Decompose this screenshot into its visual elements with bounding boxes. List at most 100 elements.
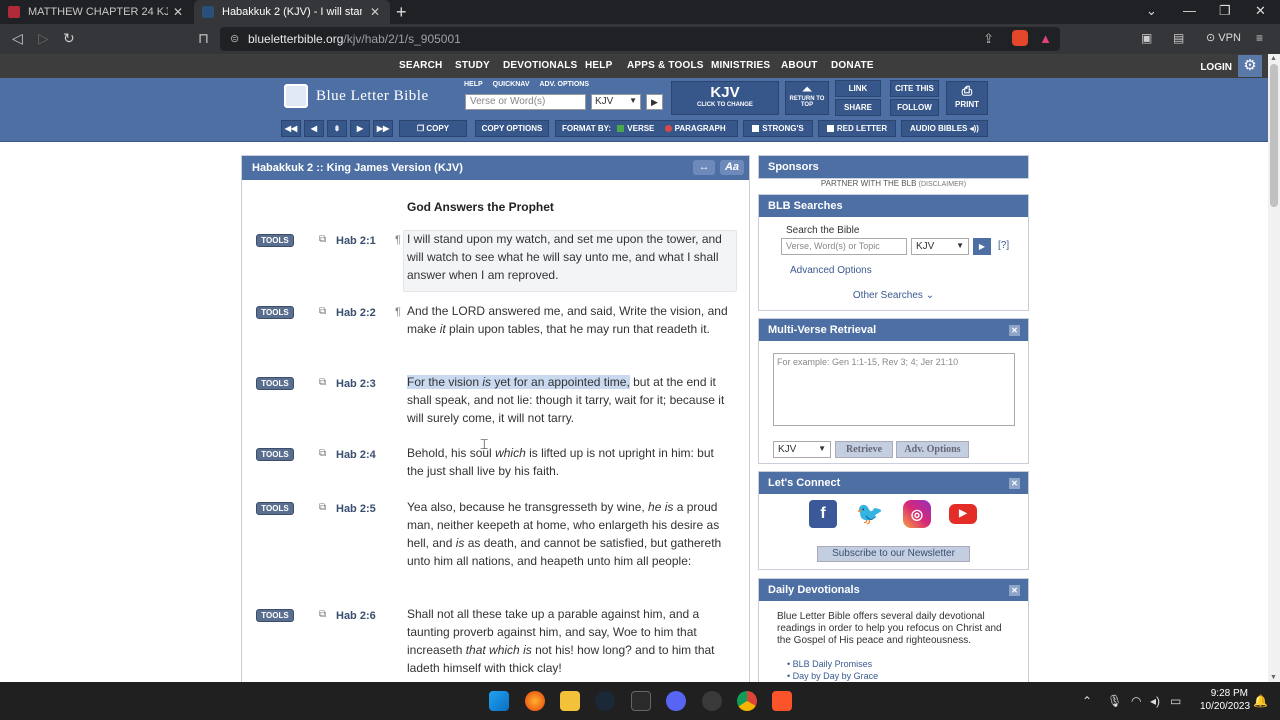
- chapter-list-button[interactable]: ⇟: [327, 120, 347, 137]
- page-scrollbar[interactable]: ▲ ▼: [1268, 54, 1280, 682]
- copy-verse-icon[interactable]: ⧉: [319, 377, 326, 388]
- copy-verse-icon[interactable]: ⧉: [319, 234, 326, 245]
- paragraph-label[interactable]: PARAGRAPH: [675, 124, 726, 133]
- verse-reference[interactable]: Hab 2:1: [336, 235, 376, 247]
- adv-options-link[interactable]: ADV. OPTIONS: [540, 81, 590, 88]
- verse-reference[interactable]: Hab 2:5: [336, 503, 376, 515]
- close-icon[interactable]: ✕: [1009, 478, 1020, 489]
- battery-icon[interactable]: ▭: [1170, 694, 1181, 708]
- instagram-icon[interactable]: ◎: [903, 500, 931, 528]
- brave-icon[interactable]: [772, 691, 792, 711]
- red-letter-toggle[interactable]: RED LETTER: [818, 120, 896, 137]
- strongs-toggle[interactable]: STRONG'S: [743, 120, 813, 137]
- copy-options-button[interactable]: COPY OPTIONS: [475, 120, 549, 137]
- nav-about[interactable]: ABOUT: [781, 60, 818, 71]
- scroll-down-icon[interactable]: ▼: [1270, 674, 1277, 681]
- microphone-icon[interactable]: 🎙: [1107, 694, 1122, 708]
- close-window-icon[interactable]: ✕: [1255, 3, 1266, 19]
- expand-width-icon[interactable]: ↔: [693, 160, 715, 175]
- subscribe-newsletter-button[interactable]: Subscribe to our Newsletter: [817, 546, 970, 562]
- back-icon[interactable]: ◁: [12, 30, 23, 47]
- browser-tab-matthew[interactable]: MATTHEW CHAPTER 24 KJV ✕: [0, 0, 193, 24]
- nav-donate[interactable]: DONATE: [831, 60, 874, 71]
- close-icon[interactable]: ✕: [1009, 585, 1020, 596]
- brave-shields-icon[interactable]: [1012, 30, 1028, 46]
- game-launcher-icon[interactable]: [702, 691, 722, 711]
- verse-tools-button[interactable]: TOOLS: [256, 502, 294, 515]
- verse-tools-button[interactable]: TOOLS: [256, 448, 294, 461]
- verse-tools-button[interactable]: TOOLS: [256, 306, 294, 319]
- file-explorer-icon[interactable]: [560, 691, 580, 711]
- epic-games-icon[interactable]: [631, 691, 651, 711]
- nav-devotionals[interactable]: DEVOTIONALS: [503, 60, 577, 71]
- verse-reference[interactable]: Hab 2:6: [336, 610, 376, 622]
- verse-check-icon[interactable]: [617, 125, 625, 132]
- windows-start-icon[interactable]: [489, 691, 509, 711]
- verse-tools-button[interactable]: TOOLS: [256, 377, 294, 390]
- share-button[interactable]: SHARE: [835, 99, 881, 116]
- settings-gear-icon[interactable]: ⚙: [1238, 55, 1262, 77]
- header-search-input[interactable]: Verse or Word(s): [465, 94, 586, 110]
- copy-button[interactable]: ❐ COPY: [399, 120, 467, 137]
- verse-reference[interactable]: Hab 2:2: [336, 307, 376, 319]
- follow-button[interactable]: FOLLOW: [890, 99, 939, 116]
- notification-bell-icon[interactable]: 🔔: [1253, 694, 1268, 708]
- wifi-icon[interactable]: ◠: [1131, 694, 1141, 708]
- copy-verse-icon[interactable]: ⧉: [319, 609, 326, 620]
- url-field[interactable]: ⊜ blueletterbible.org/kjv/hab/2/1/s_9050…: [220, 27, 1060, 51]
- firefox-icon[interactable]: [525, 691, 545, 711]
- share-icon[interactable]: ⇪: [983, 31, 994, 47]
- sidebar-version-select[interactable]: KJV ▼: [911, 238, 969, 255]
- youtube-icon[interactable]: ▶: [949, 504, 977, 524]
- nav-help[interactable]: HELP: [585, 60, 612, 71]
- maximize-icon[interactable]: ❐: [1219, 3, 1231, 19]
- previous-chapter-button[interactable]: ◀: [304, 120, 324, 137]
- verse-reference[interactable]: Hab 2:3: [336, 378, 376, 390]
- copy-verse-icon[interactable]: ⧉: [319, 502, 326, 513]
- login-link[interactable]: LOGIN: [1200, 62, 1232, 73]
- blb-logo[interactable]: Blue Letter Bible: [284, 84, 429, 108]
- discord-icon[interactable]: [666, 691, 686, 711]
- search-help-link[interactable]: [?]: [998, 240, 1009, 251]
- close-icon[interactable]: ✕: [1009, 325, 1020, 336]
- nav-ministries[interactable]: MINISTRIES: [711, 60, 770, 71]
- partner-link[interactable]: PARTNER WITH THE BLB: [821, 179, 917, 188]
- other-searches-toggle[interactable]: Other Searches ⌄: [759, 290, 1028, 301]
- browser-tab-habakkuk[interactable]: Habakkuk 2 (KJV) - I will stand upon my …: [194, 0, 390, 24]
- sidebar-search-go-button[interactable]: ▶: [973, 238, 991, 255]
- bookmark-icon[interactable]: ⊓: [198, 30, 209, 47]
- verse-label[interactable]: VERSE: [627, 124, 654, 133]
- return-to-top-button[interactable]: ⏶ RETURN TO TOP: [785, 81, 829, 115]
- verse-tools-button[interactable]: TOOLS: [256, 234, 294, 247]
- header-search-go-button[interactable]: ▶: [646, 94, 663, 110]
- advanced-options-link[interactable]: Advanced Options: [790, 265, 872, 276]
- kjv-change-button[interactable]: KJV CLICK TO CHANGE: [671, 81, 779, 115]
- print-button[interactable]: ⎙ PRINT: [946, 81, 988, 115]
- chevron-up-icon[interactable]: ⌃: [1082, 694, 1092, 708]
- devotional-link-day-by-day[interactable]: • Day by Day by Grace: [787, 671, 878, 681]
- nav-apps-tools[interactable]: APPS & TOOLS: [627, 60, 704, 71]
- chrome-icon[interactable]: [737, 691, 757, 711]
- quicknav-link[interactable]: QUICKNAV: [493, 81, 530, 88]
- multi-verse-version-select[interactable]: KJV ▼: [773, 441, 831, 458]
- steam-icon[interactable]: [595, 691, 615, 711]
- reload-icon[interactable]: ↻: [63, 30, 75, 47]
- verse-tools-button[interactable]: TOOLS: [256, 609, 294, 622]
- retrieve-button[interactable]: Retrieve: [835, 441, 893, 458]
- link-button[interactable]: LINK: [835, 80, 881, 97]
- nav-search[interactable]: SEARCH: [399, 60, 442, 71]
- close-icon[interactable]: ✕: [370, 5, 380, 19]
- facebook-icon[interactable]: f: [809, 500, 837, 528]
- wallet-icon[interactable]: ▤: [1173, 31, 1184, 45]
- tab-search-chevron-icon[interactable]: ⌄: [1146, 3, 1157, 19]
- verse-reference[interactable]: Hab 2:4: [336, 449, 376, 461]
- last-chapter-button[interactable]: ▶▶: [373, 120, 393, 137]
- next-chapter-button[interactable]: ▶: [350, 120, 370, 137]
- copy-verse-icon[interactable]: ⧉: [319, 306, 326, 317]
- header-version-select[interactable]: KJV ▼: [591, 94, 641, 110]
- twitter-icon[interactable]: 🐦: [856, 500, 884, 528]
- nav-study[interactable]: STUDY: [455, 60, 490, 71]
- new-tab-icon[interactable]: +: [396, 2, 407, 23]
- sidebar-search-input[interactable]: Verse, Word(s) or Topic: [781, 238, 907, 255]
- brave-rewards-icon[interactable]: ▲: [1039, 31, 1052, 46]
